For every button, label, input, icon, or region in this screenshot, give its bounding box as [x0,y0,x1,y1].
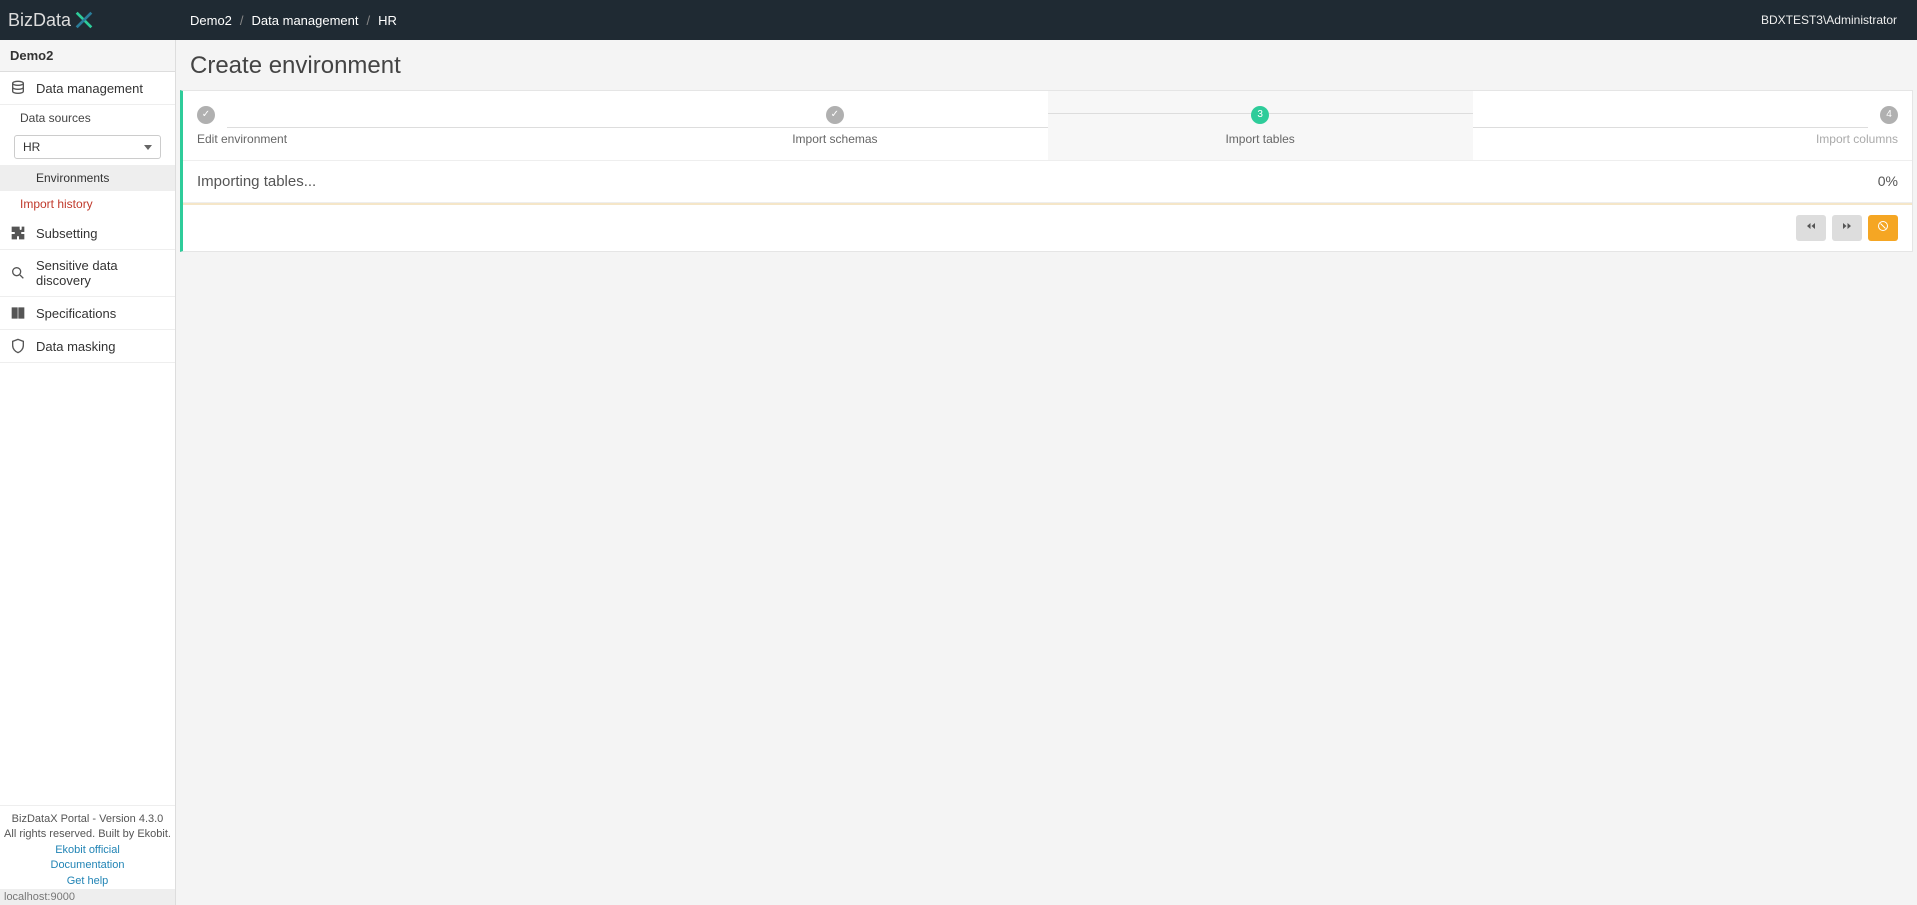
sidebar-item-subsetting[interactable]: Subsetting [0,217,175,250]
breadcrumb-sep: / [240,13,244,28]
step-number-icon: 4 [1880,106,1898,124]
breadcrumb-item-1[interactable]: Data management [252,13,359,28]
wizard-panel: ✓ Edit environment ✓ Import schemas [180,90,1913,252]
check-icon: ✓ [197,106,215,124]
footer-link-help[interactable]: Get help [4,874,171,889]
breadcrumb: Demo2 / Data management / HR [190,13,397,28]
sidebar-item-specifications[interactable]: Specifications [0,297,175,330]
sidebar-item-label: Subsetting [36,226,97,241]
breadcrumb-item-0[interactable]: Demo2 [190,13,232,28]
chevron-down-icon [144,145,152,150]
progress-bar [183,203,1912,205]
select-value: HR [23,140,40,154]
sidebar: Demo2 Data management Data sources HR En… [0,40,176,905]
wizard-actions [183,205,1912,251]
wizard-stepper: ✓ Edit environment ✓ Import schemas [183,91,1912,161]
sidebar-item-label: Data masking [36,339,115,354]
logo-x-icon [73,9,95,31]
sidebar-item-label: Data management [36,81,143,96]
sidebar-label-data-sources: Data sources [0,105,175,131]
footer-link-ekobit[interactable]: Ekobit official [4,843,171,858]
footer-link-docs[interactable]: Documentation [4,858,171,873]
sidebar-footer: BizDataX Portal - Version 4.3.0 All righ… [0,805,175,889]
progress-label: Importing tables... [197,173,316,190]
app-header: BizData Demo2 / Data management / HR BDX… [0,0,1917,40]
data-source-select[interactable]: HR [14,135,161,159]
step-label: Import schemas [792,132,877,146]
wizard-step-2[interactable]: ✓ Import schemas [622,105,1047,146]
sidebar-item-sensitive-discovery[interactable]: Sensitive data discovery [0,250,175,297]
progress-row: Importing tables... 0% [183,161,1912,203]
check-icon: ✓ [826,106,844,124]
back-button[interactable] [1796,215,1826,241]
database-icon [10,80,26,96]
rewind-icon [1805,220,1817,235]
search-icon [10,265,26,281]
shield-icon [10,338,26,354]
step-number-icon: 3 [1251,106,1269,124]
sidebar-item-label: Specifications [36,306,116,321]
sidebar-item-import-history[interactable]: Import history [0,191,175,217]
wizard-step-4[interactable]: 4 Import columns [1473,105,1898,146]
breadcrumb-sep: / [367,13,371,28]
sidebar-item-environments[interactable]: Environments [0,165,175,191]
cancel-button[interactable] [1868,215,1898,241]
main-content: Create environment ✓ Edit environment ✓ [176,40,1917,905]
logo-text: BizData [8,10,71,31]
status-bar-url: localhost:9000 [0,889,175,905]
sidebar-item-data-management[interactable]: Data management [0,72,175,105]
progress-percent: 0% [1878,173,1898,189]
book-icon [10,305,26,321]
puzzle-icon [10,225,26,241]
sidebar-item-label: Sensitive data discovery [36,258,165,288]
wizard-step-3[interactable]: 3 Import tables [1048,91,1473,160]
sidebar-item-data-masking[interactable]: Data masking [0,330,175,363]
step-label: Import tables [1225,132,1294,146]
breadcrumb-item-2[interactable]: HR [378,13,397,28]
app-logo[interactable]: BizData [0,0,103,40]
current-user[interactable]: BDXTEST3\Administrator [1761,13,1897,27]
footer-rights: All rights reserved. Built by Ekobit. [4,827,171,842]
page-title: Create environment [176,52,1917,90]
sidebar-project[interactable]: Demo2 [0,40,175,72]
wizard-step-1[interactable]: ✓ Edit environment [197,105,622,146]
fast-forward-icon [1841,220,1853,235]
forward-button[interactable] [1832,215,1862,241]
footer-version: BizDataX Portal - Version 4.3.0 [4,812,171,827]
step-label: Edit environment [197,132,287,146]
step-label: Import columns [1816,132,1898,146]
cancel-icon [1877,220,1889,235]
